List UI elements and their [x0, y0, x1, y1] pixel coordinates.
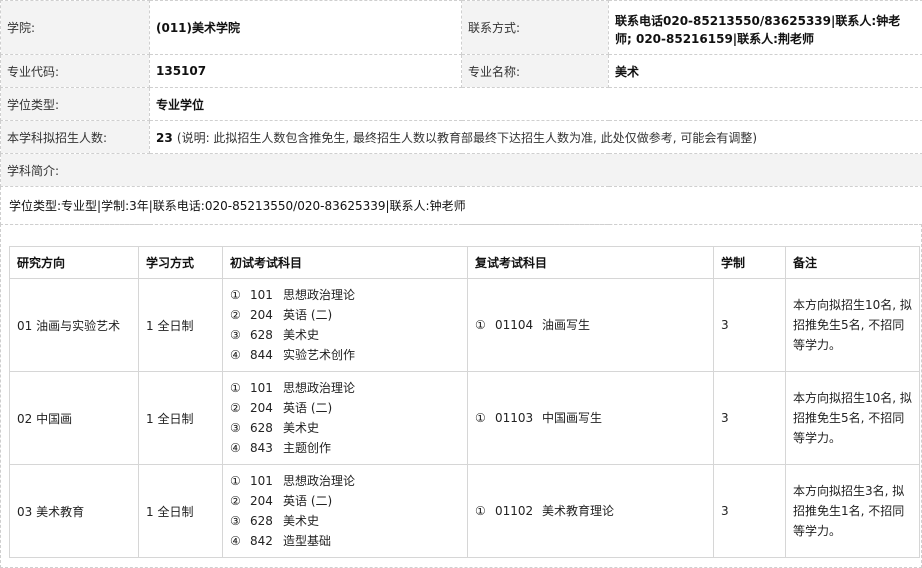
study-years: 3: [714, 279, 786, 372]
study-mode: 1 全日制: [139, 465, 223, 558]
retest-subject: ①01104油画写生: [468, 279, 714, 372]
initial-exam-subjects: ①101思想政治理论 ②204英语 (二) ③628美术史 ④844实验艺术创作: [223, 279, 468, 372]
header-direction: 研究方向: [10, 247, 139, 279]
major-code-value: 135107: [150, 55, 462, 88]
program-info-section: 学院: (011)美术学院 联系方式: 联系电话020-85213550/836…: [0, 0, 922, 224]
college-label: 学院:: [1, 1, 150, 55]
contact-line-1: 联系电话020-85213550/83625339|联系人:钟老: [615, 12, 916, 30]
major-name-value: 美术: [609, 55, 922, 88]
retest-subject: ①01102美术教育理论: [468, 465, 714, 558]
enrollment-label: 本学科拟招生人数:: [1, 121, 150, 154]
directions-header-row: 研究方向 学习方式 初试考试科目 复试考试科目 学制 备注: [10, 247, 920, 279]
college-value: (011)美术学院: [150, 1, 462, 55]
exam-subject: ④842造型基础: [230, 531, 460, 551]
direction-name: 01 油画与实验艺术: [10, 279, 139, 372]
retest-subject: ①01103中国画写生: [468, 372, 714, 465]
exam-subject: ③628美术史: [230, 325, 460, 345]
major-name-label: 专业名称:: [462, 55, 609, 88]
exam-subject: ②204英语 (二): [230, 398, 460, 418]
direction-name: 02 中国画: [10, 372, 139, 465]
exam-subject: ④844实验艺术创作: [230, 345, 460, 365]
intro-label: 学科简介:: [1, 154, 922, 187]
exam-subject: ①101思想政治理论: [230, 378, 460, 398]
contact-label: 联系方式:: [462, 1, 609, 55]
header-mode: 学习方式: [139, 247, 223, 279]
study-years: 3: [714, 372, 786, 465]
direction-name: 03 美术教育: [10, 465, 139, 558]
header-years: 学制: [714, 247, 786, 279]
intro-text: 学位类型:专业型|学制:3年|联系电话:020-85213550/020-836…: [1, 187, 922, 225]
study-mode: 1 全日制: [139, 279, 223, 372]
program-info-table: 学院: (011)美术学院 联系方式: 联系电话020-85213550/836…: [0, 0, 922, 225]
exam-subject: ③628美术史: [230, 511, 460, 531]
major-code-label: 专业代码:: [1, 55, 150, 88]
exam-subject: ①101思想政治理论: [230, 471, 460, 491]
contact-line-2: 师; 020-85216159|联系人:荆老师: [615, 30, 916, 48]
remark: 本方向拟招生10名, 拟招推免生5名, 不招同等学力。: [786, 372, 920, 465]
directions-table: 研究方向 学习方式 初试考试科目 复试考试科目 学制 备注 01 油画与实验艺术…: [9, 246, 920, 558]
remark: 本方向拟招生3名, 拟招推免生1名, 不招同等学力。: [786, 465, 920, 558]
header-remark: 备注: [786, 247, 920, 279]
exam-subject: ②204英语 (二): [230, 305, 460, 325]
degree-type-label: 学位类型:: [1, 88, 150, 121]
exam-subject: ②204英语 (二): [230, 491, 460, 511]
study-mode: 1 全日制: [139, 372, 223, 465]
enrollment-note: (说明: 此拟招生人数包含推免生, 最终招生人数以教育部最终下达招生人数为准, …: [177, 131, 757, 145]
contact-value: 联系电话020-85213550/83625339|联系人:钟老 师; 020-…: [609, 1, 922, 55]
remark: 本方向拟招生10名, 拟招推免生5名, 不招同等学力。: [786, 279, 920, 372]
initial-exam-subjects: ①101思想政治理论 ②204英语 (二) ③628美术史 ④842造型基础: [223, 465, 468, 558]
study-years: 3: [714, 465, 786, 558]
degree-type-value: 专业学位: [150, 88, 922, 121]
header-initial-exam: 初试考试科目: [223, 247, 468, 279]
initial-exam-subjects: ①101思想政治理论 ②204英语 (二) ③628美术史 ④843主题创作: [223, 372, 468, 465]
exam-subject: ①101思想政治理论: [230, 285, 460, 305]
enrollment-count: 23: [156, 131, 173, 145]
enrollment-cell: 23 (说明: 此拟招生人数包含推免生, 最终招生人数以教育部最终下达招生人数为…: [150, 121, 922, 154]
header-retest: 复试考试科目: [468, 247, 714, 279]
directions-section: 研究方向 学习方式 初试考试科目 复试考试科目 学制 备注 01 油画与实验艺术…: [0, 224, 922, 568]
table-row: 02 中国画 1 全日制 ①101思想政治理论 ②204英语 (二) ③628美…: [10, 372, 920, 465]
table-row: 03 美术教育 1 全日制 ①101思想政治理论 ②204英语 (二) ③628…: [10, 465, 920, 558]
exam-subject: ③628美术史: [230, 418, 460, 438]
exam-subject: ④843主题创作: [230, 438, 460, 458]
table-row: 01 油画与实验艺术 1 全日制 ①101思想政治理论 ②204英语 (二) ③…: [10, 279, 920, 372]
